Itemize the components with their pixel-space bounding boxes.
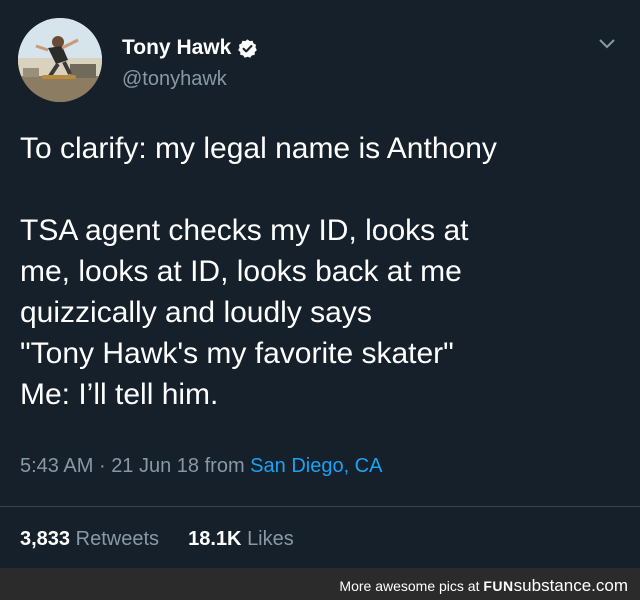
watermark-text: More awesome pics at FUNsubstance.com [339, 576, 628, 596]
watermark-caption: More awesome pics at [339, 578, 480, 594]
tweet-line: Me: I’ll tell him. [20, 378, 219, 411]
retweets-stat[interactable]: 3,833 Retweets [20, 528, 165, 550]
watermark-brand-substance: substance [513, 576, 592, 595]
tweet-date[interactable]: 21 Jun 18 [111, 455, 199, 477]
watermark-brand-fun: FUN [483, 578, 514, 594]
tweet-line: To clarify: my legal name is Anthony [20, 132, 497, 165]
tweet-line: me, looks at ID, looks back at me [20, 255, 462, 288]
watermark-brand-com: .com [591, 576, 628, 595]
tweet-line: TSA agent checks my ID, looks at [20, 214, 469, 247]
from-label: from [204, 455, 245, 477]
skater-photo-avatar-icon [18, 18, 102, 102]
author-name-row[interactable]: Tony Hawk [122, 36, 258, 60]
author-handle[interactable]: @tonyhawk [122, 68, 227, 91]
likes-count: 18.1K [188, 528, 242, 550]
tweet-meta: 5:43 AM · 21 Jun 18 from San Diego, CA [20, 455, 382, 478]
location-link[interactable]: San Diego, CA [250, 455, 382, 477]
likes-label: Likes [247, 528, 294, 550]
tweet-line: "Tony Hawk's my favorite skater" [20, 337, 454, 370]
avatar[interactable] [18, 18, 102, 102]
verified-badge-icon [238, 38, 258, 58]
meta-separator: · [98, 455, 106, 477]
tweet-time[interactable]: 5:43 AM [20, 455, 93, 477]
tweet-text: To clarify: my legal name is Anthony TSA… [20, 128, 620, 415]
divider [0, 506, 640, 507]
retweets-count: 3,833 [20, 528, 71, 550]
tweet-line: quizzically and loudly says [20, 296, 372, 329]
display-name[interactable]: Tony Hawk [122, 36, 231, 60]
retweets-label: Retweets [75, 528, 159, 550]
likes-stat[interactable]: 18.1K Likes [188, 528, 294, 550]
tweet-card: Tony Hawk @tonyhawk To clarify: my legal… [0, 0, 640, 568]
watermark-footer: More awesome pics at FUNsubstance.com [0, 568, 640, 600]
chevron-down-icon[interactable] [598, 38, 616, 50]
engagement-stats: 3,833 Retweets 18.1K Likes [20, 528, 294, 551]
